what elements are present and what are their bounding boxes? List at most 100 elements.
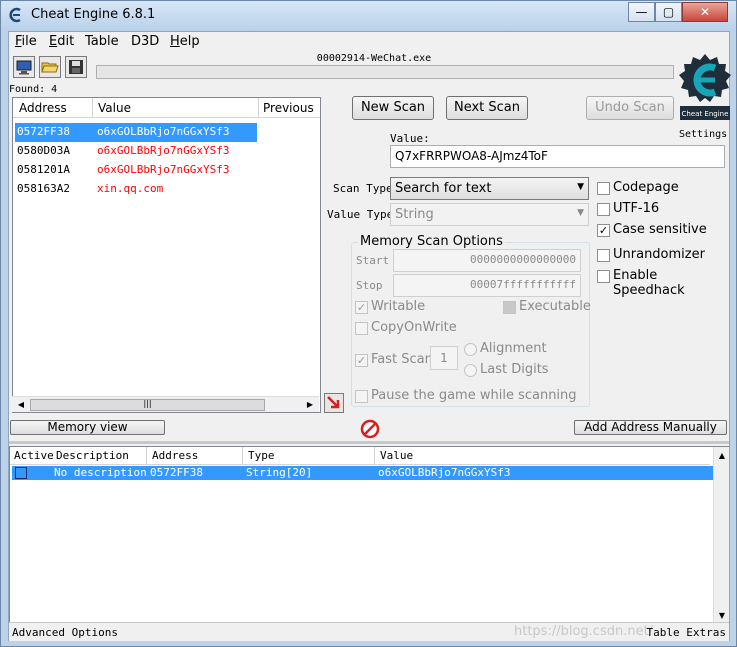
header-active[interactable]: Active	[14, 449, 54, 462]
menu-table[interactable]: Table	[85, 34, 119, 49]
open-file-button[interactable]	[39, 56, 61, 78]
settings-logo-button[interactable]: Cheat Engine	[679, 52, 731, 128]
chevron-down-icon: ▼	[577, 208, 584, 218]
results-header-address[interactable]: Address	[19, 101, 67, 115]
executable-label: Executable	[519, 299, 591, 314]
address-list-table[interactable]: Active Description Address Type Value No…	[9, 446, 729, 628]
results-header: Address Value Previous	[13, 98, 320, 118]
scroll-right-icon[interactable]: ▶	[303, 399, 317, 411]
unrandomizer-checkbox[interactable]	[597, 249, 610, 262]
menu-edit[interactable]: Edit	[49, 34, 74, 49]
scan-type-label: Scan Type	[333, 182, 393, 195]
result-value: o6xGOLBbRjo7nGGxYSf3	[97, 125, 230, 138]
last-digits-radio[interactable]	[464, 364, 477, 377]
open-folder-icon	[41, 62, 59, 73]
address-list-vertical-scrollbar[interactable]: ▲ ▼	[713, 447, 729, 627]
column-divider	[146, 447, 147, 465]
computer-icon	[16, 60, 32, 75]
fast-scan-alignment-input[interactable]: 1	[430, 346, 458, 370]
scan-value-input[interactable]: Q7xFRRPWOA8-AJmz4ToF	[390, 145, 725, 168]
menu-file[interactable]: File	[15, 34, 37, 49]
header-type[interactable]: Type	[248, 449, 275, 462]
utf16-label: UTF-16	[613, 201, 660, 216]
start-label: Start	[356, 254, 390, 267]
result-value: o6xGOLBbRjo7nGGxYSf3	[97, 144, 230, 157]
start-address-input[interactable]: 0000000000000000	[393, 249, 581, 272]
case-sensitive-checkbox[interactable]: ✓	[597, 224, 610, 237]
close-button[interactable]: ✕	[682, 2, 728, 22]
active-checkbox[interactable]	[15, 467, 27, 479]
result-row[interactable]: 058163A2 xin.qq.com	[13, 180, 320, 199]
window-title: Cheat Engine 6.8.1	[31, 7, 156, 22]
speedhack-checkbox[interactable]	[597, 270, 610, 283]
entry-type: String[20]	[246, 466, 313, 479]
codepage-label: Codepage	[613, 180, 679, 195]
save-file-button[interactable]	[65, 56, 87, 78]
menu-help[interactable]: Help	[170, 34, 200, 49]
chevron-down-icon: ▼	[577, 182, 584, 192]
status-bar: Advanced Options https://blog.csdn.net/ …	[9, 622, 729, 641]
codepage-checkbox[interactable]	[597, 182, 610, 195]
results-horizontal-scrollbar[interactable]: ◀ ||| ▶	[12, 396, 319, 412]
settings-label[interactable]: Settings	[679, 129, 727, 140]
column-divider	[92, 98, 93, 118]
advanced-options-button[interactable]: Advanced Options	[12, 626, 118, 639]
result-value: xin.qq.com	[97, 182, 164, 195]
unrandomizer-label: Unrandomizer	[613, 247, 705, 262]
table-extras-button[interactable]: Table Extras	[647, 626, 726, 639]
value-type-select[interactable]: String ▼	[390, 203, 589, 226]
result-row[interactable]: 0581201A o6xGOLBbRjo7nGGxYSf3	[13, 161, 320, 180]
scroll-down-icon[interactable]: ▼	[716, 609, 728, 623]
utf16-checkbox[interactable]	[597, 203, 610, 216]
executable-checkbox[interactable]	[503, 301, 516, 314]
speedhack-label: Enable Speedhack	[613, 268, 685, 298]
entry-description: No description	[54, 466, 147, 479]
result-row[interactable]: 0580D03A o6xGOLBbRjo7nGGxYSf3	[13, 142, 320, 161]
pause-game-checkbox[interactable]	[355, 390, 368, 403]
logo-caption: Cheat Engine	[682, 110, 729, 118]
scan-results-list[interactable]: Address Value Previous 0572FF38 o6xGOLBb…	[12, 97, 321, 413]
select-process-button[interactable]	[13, 56, 35, 78]
fast-scan-checkbox[interactable]: ✓	[355, 354, 368, 367]
scrollbar-thumb[interactable]: |||	[30, 399, 265, 411]
panel-splitter[interactable]	[9, 441, 729, 444]
clear-list-button[interactable]	[360, 419, 380, 439]
writable-label: Writable	[371, 299, 426, 314]
header-address[interactable]: Address	[152, 449, 198, 462]
result-address: 0581201A	[17, 163, 70, 176]
minimize-button[interactable]: —	[628, 2, 655, 22]
new-scan-button[interactable]: New Scan	[352, 96, 434, 120]
scroll-left-icon[interactable]: ◀	[14, 399, 28, 411]
table-row[interactable]: No description 0572FF38 String[20] o6xGO…	[12, 466, 714, 480]
alignment-label: Alignment	[480, 341, 547, 356]
memory-view-button[interactable]: Memory view	[10, 420, 165, 435]
value-type-label: Value Type	[327, 208, 394, 221]
maximize-button[interactable]: ▢	[655, 2, 682, 22]
case-sensitive-label: Case sensitive	[613, 222, 707, 237]
fast-scan-label: Fast Scan	[371, 352, 433, 367]
menu-bar: File Edit Table D3D Help	[9, 32, 729, 52]
results-header-previous[interactable]: Previous	[263, 101, 314, 115]
scan-type-select[interactable]: Search for text ▼	[390, 177, 589, 200]
copy-to-addresslist-button[interactable]	[324, 393, 344, 413]
scroll-up-icon[interactable]: ▲	[716, 449, 728, 463]
found-count-label: Found: 4	[9, 84, 58, 95]
entry-address: 0572FF38	[150, 466, 203, 479]
client-area: File Edit Table D3D Help 00002914-WeChat…	[8, 31, 731, 641]
title-bar[interactable]: Cheat Engine 6.8.1 — ▢ ✕	[1, 1, 736, 31]
menu-d3d[interactable]: D3D	[131, 34, 159, 49]
header-description[interactable]: Description	[56, 449, 129, 462]
header-value[interactable]: Value	[380, 449, 413, 462]
memory-scan-options-title: Memory Scan Options	[358, 234, 505, 249]
scan-progress-bar	[96, 65, 674, 79]
copy-on-write-checkbox[interactable]	[355, 322, 368, 335]
add-address-manually-button[interactable]: Add Address Manually	[574, 420, 727, 435]
address-list-header: Active Description Address Type Value	[10, 447, 710, 465]
results-header-value[interactable]: Value	[98, 101, 131, 115]
alignment-radio[interactable]	[464, 343, 477, 356]
writable-checkbox[interactable]: ✓	[355, 301, 368, 314]
undo-scan-button[interactable]: Undo Scan	[586, 96, 674, 120]
result-row[interactable]: 0572FF38 o6xGOLBbRjo7nGGxYSf3	[13, 123, 320, 142]
next-scan-button[interactable]: Next Scan	[446, 96, 528, 120]
stop-address-input[interactable]: 00007fffffffffff	[393, 274, 581, 297]
